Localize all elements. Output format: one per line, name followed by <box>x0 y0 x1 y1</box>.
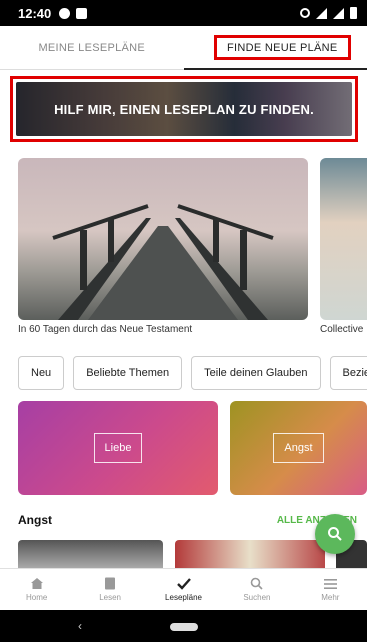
section-header: Angst ALLE ANZEIGEN <box>18 510 357 530</box>
nav-plans[interactable]: Lesepläne <box>147 569 220 610</box>
home-icon <box>30 578 43 589</box>
chip-new[interactable]: Neu <box>18 356 65 390</box>
tab-find-plans[interactable]: FINDE NEUE PLÄNE <box>183 26 367 70</box>
nav-label: Lesen <box>99 593 121 602</box>
check-icon <box>176 578 191 590</box>
status-icons <box>300 7 357 19</box>
featured-card[interactable]: In 60 Tagen durch das Neue Testament <box>18 158 308 335</box>
people-image <box>320 158 367 320</box>
topic-tile-love[interactable]: Liebe <box>18 401 218 495</box>
tab-find-plans-label: FINDE NEUE PLÄNE <box>226 41 338 54</box>
featured-caption: In 60 Tagen durch das Neue Testament <box>18 324 193 335</box>
nav-label: Suchen <box>243 593 271 602</box>
chip-relationships[interactable]: Bezieh <box>329 356 367 390</box>
topic-label: Angst <box>273 433 324 463</box>
topic-label: Liebe <box>93 433 143 463</box>
pier-image <box>18 158 308 320</box>
topic-tile-fear[interactable]: Angst <box>230 401 367 495</box>
featured-card[interactable]: Collective <box>320 158 367 335</box>
category-chips: Neu Beliebte Themen Teile deinen Glauben… <box>18 356 367 392</box>
home-pill-icon[interactable] <box>170 623 198 631</box>
tab-highlight: FINDE NEUE PLÄNE <box>213 35 351 60</box>
featured-carousel: In 60 Tagen durch das Neue Testament Col… <box>18 158 367 338</box>
find-plan-banner[interactable]: HILF MIR, EINEN LESEPLAN ZU FINDEN. <box>16 82 352 136</box>
nav-home[interactable]: Home <box>0 569 73 610</box>
bottom-nav: Home Lesen Lesepläne Suchen Mehr <box>0 568 367 610</box>
search-icon <box>251 577 263 590</box>
nav-more[interactable]: Mehr <box>294 569 367 610</box>
section-title: Angst <box>18 513 52 527</box>
menu-icon <box>323 578 337 589</box>
wifi-icon <box>316 7 327 19</box>
tab-my-plans[interactable]: MEINE LESEPLÄNE <box>0 26 184 69</box>
notification-icon <box>59 7 71 19</box>
battery-icon <box>350 7 357 19</box>
status-bar: 12:40 <box>0 0 367 26</box>
nav-label: Lesepläne <box>165 593 202 602</box>
alarm-icon <box>300 8 310 18</box>
back-icon[interactable]: ‹ <box>78 619 82 633</box>
chip-share-faith[interactable]: Teile deinen Glauben <box>191 356 321 390</box>
topic-tiles: Liebe Angst <box>18 401 367 495</box>
message-icon <box>76 7 88 19</box>
system-nav-bar: ‹ <box>0 610 367 642</box>
plans-tabs: MEINE LESEPLÄNE FINDE NEUE PLÄNE <box>0 26 367 70</box>
nav-label: Mehr <box>321 592 340 602</box>
find-plan-banner-highlight: HILF MIR, EINEN LESEPLAN ZU FINDEN. <box>10 76 358 142</box>
search-fab[interactable] <box>315 514 355 554</box>
banner-text: HILF MIR, EINEN LESEPLAN ZU FINDEN. <box>54 101 314 117</box>
chip-popular-topics[interactable]: Beliebte Themen <box>73 356 183 390</box>
nav-read[interactable]: Lesen <box>73 569 146 610</box>
status-time: 12:40 <box>18 5 52 21</box>
plan-thumbnail[interactable] <box>175 540 325 568</box>
book-icon <box>105 577 116 590</box>
plan-thumbnail[interactable] <box>18 540 163 568</box>
nav-search[interactable]: Suchen <box>220 569 293 610</box>
signal-icon <box>333 7 344 19</box>
nav-label: Home <box>26 593 48 602</box>
section-plans <box>18 540 367 568</box>
search-icon <box>328 527 342 541</box>
featured-caption: Collective <box>320 324 364 335</box>
tab-my-plans-label: MEINE LESEPLÄNE <box>38 41 146 54</box>
pier-illustration <box>52 204 274 320</box>
